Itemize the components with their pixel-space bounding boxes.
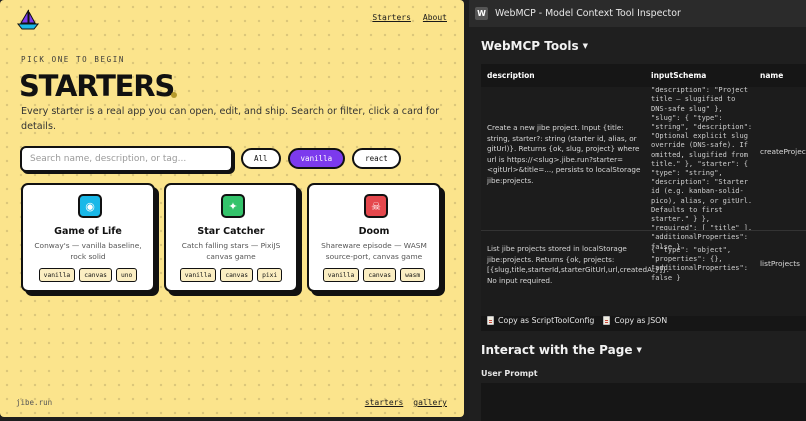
card-title: Doom xyxy=(358,226,390,237)
star-icon: ✦ xyxy=(221,194,245,218)
starter-card-game-of-life[interactable]: ◉ Game of Life Conway's — vanilla baseli… xyxy=(21,183,155,292)
starter-card-doom[interactable]: ☠ Doom Shareware episode — WASM source-p… xyxy=(307,183,441,292)
nav-starters-link[interactable]: Starters xyxy=(372,13,411,22)
interact-section-header[interactable]: Interact with the Page ▼ xyxy=(481,343,642,357)
skull-icon: ☠ xyxy=(364,194,388,218)
caret-down-icon: ▼ xyxy=(636,346,642,354)
search-input[interactable] xyxy=(20,146,233,172)
table-cell-description: List jibe projects stored in localStorag… xyxy=(487,244,669,285)
tag: canvas xyxy=(220,268,254,282)
user-prompt-input[interactable] xyxy=(481,383,806,421)
card-title: Game of Life xyxy=(54,226,122,237)
card-description: Catch falling stars — PixiJS canvas game xyxy=(181,241,281,261)
table-cell-inputschema: { "type": "string", "description": "Proj… xyxy=(651,87,753,251)
table-cell-name: createProject xyxy=(760,147,806,156)
footer-starters-link[interactable]: starters xyxy=(365,398,404,407)
column-header-description: description xyxy=(487,64,535,87)
table-cell-name: listProjects xyxy=(760,259,800,268)
card-description: Shareware episode — WASM source-port, ca… xyxy=(321,241,427,261)
column-header-name: name xyxy=(760,64,784,87)
table-cell-description: Create a new jibe project. Input {title:… xyxy=(487,123,641,185)
footer-brand: jibe.run xyxy=(16,398,53,407)
nav-about-link[interactable]: About xyxy=(423,13,447,22)
user-prompt-label: User Prompt xyxy=(481,369,538,378)
tag: wasm xyxy=(400,268,426,282)
column-header-inputschema: inputSchema xyxy=(651,64,707,87)
filter-all-chip[interactable]: All xyxy=(241,148,281,169)
tools-table: description inputSchema name Create a ne… xyxy=(481,64,806,331)
top-nav: Starters About xyxy=(372,13,447,22)
table-cell-inputschema: { "type": "object", "properties": {}, "a… xyxy=(651,246,748,282)
card-description: Conway's — vanilla baseline, rock solid xyxy=(34,241,142,261)
webmcp-app-icon: W xyxy=(475,7,488,20)
card-tags: vanilla canvas wasm xyxy=(309,268,439,282)
tag: canvas xyxy=(363,268,397,282)
filter-vanilla-chip[interactable]: vanilla xyxy=(287,148,346,169)
card-tags: vanilla canvas uno xyxy=(23,268,153,282)
card-tags: vanilla canvas pixi xyxy=(166,268,296,282)
eyebrow-text: PICK ONE TO BEGIN xyxy=(21,55,125,64)
tag: canvas xyxy=(79,268,112,282)
sailboat-logo-icon[interactable] xyxy=(15,9,41,31)
page-title: STARTERS xyxy=(19,69,175,103)
caret-down-icon: ▼ xyxy=(582,42,588,50)
footer-nav: starters gallery xyxy=(365,398,447,407)
tag: vanilla xyxy=(322,268,360,282)
copy-buttons: Copy as ScriptToolConfig Copy as JSON xyxy=(487,316,667,325)
starter-card-star-catcher[interactable]: ✦ Star Catcher Catch falling stars — Pix… xyxy=(164,183,298,292)
footer-gallery-link[interactable]: gallery xyxy=(413,398,447,407)
title-dot xyxy=(171,92,177,98)
clipboard-icon xyxy=(603,316,611,325)
webmcp-inspector-panel: W WebMCP - Model Context Tool Inspector … xyxy=(469,0,806,421)
interact-section-title: Interact with the Page xyxy=(481,343,633,357)
page-subtitle: Every starter is a real app you can open… xyxy=(21,106,440,132)
window-title: WebMCP - Model Context Tool Inspector xyxy=(495,8,681,19)
filter-react-chip[interactable]: react xyxy=(352,148,401,169)
copy-scripttoolconfig-button[interactable]: Copy as ScriptToolConfig xyxy=(487,316,594,325)
clipboard-icon xyxy=(487,316,494,325)
copy-json-button[interactable]: Copy as JSON xyxy=(603,316,667,325)
card-title: Star Catcher xyxy=(197,226,265,237)
window-titlebar: W WebMCP - Model Context Tool Inspector xyxy=(469,0,806,27)
tag: vanilla xyxy=(38,268,76,282)
tag: pixi xyxy=(257,268,283,282)
filter-chips: All vanilla react xyxy=(241,148,401,169)
copy-json-label: Copy as JSON xyxy=(614,316,668,325)
game-of-life-icon: ◉ xyxy=(78,194,102,218)
copy-scripttoolconfig-label: Copy as ScriptToolConfig xyxy=(498,316,595,325)
jibe-starters-page: Starters About PICK ONE TO BEGIN STARTER… xyxy=(0,0,464,417)
tag: uno xyxy=(115,268,138,282)
tools-section-header[interactable]: WebMCP Tools ▼ xyxy=(481,39,588,53)
tools-section-title: WebMCP Tools xyxy=(481,39,579,53)
row-divider xyxy=(481,230,806,231)
table-body: Create a new jibe project. Input {title:… xyxy=(481,87,806,316)
tag: vanilla xyxy=(179,268,217,282)
